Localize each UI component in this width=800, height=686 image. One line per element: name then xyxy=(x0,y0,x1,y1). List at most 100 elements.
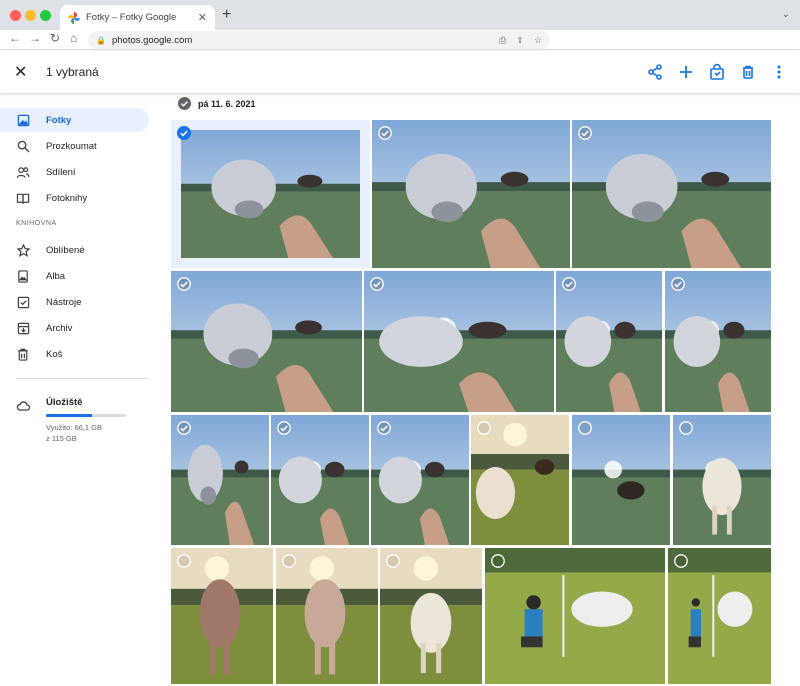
storage-label: Úložiště xyxy=(46,397,83,408)
sidebar-item-label: Fotoknihy xyxy=(46,192,88,204)
star-icon xyxy=(16,243,30,257)
hover-check-icon[interactable] xyxy=(177,421,191,435)
book-icon xyxy=(16,191,30,205)
group-check-icon[interactable] xyxy=(178,97,191,110)
sidebar: Fotky Prozkoumat Sdílení Fotoknihy KNIHO… xyxy=(0,93,160,686)
tab-close-icon[interactable]: ✕ xyxy=(198,11,207,24)
share-icon[interactable] xyxy=(646,63,664,81)
photo-thumbnail[interactable] xyxy=(556,271,662,412)
sidebar-item-fotky[interactable]: Fotky xyxy=(0,108,149,132)
photo-thumbnail[interactable] xyxy=(364,271,554,412)
sidebar-item-label: Koš xyxy=(46,348,63,360)
add-icon[interactable] xyxy=(677,63,695,81)
hover-check-icon[interactable] xyxy=(378,126,392,140)
shopping-bag-icon[interactable] xyxy=(708,63,726,81)
back-icon[interactable]: ← xyxy=(9,31,21,45)
cloud-icon xyxy=(16,401,30,411)
address-bar[interactable]: 🔒 photos.google.com ⎙ ⇪ ☆ xyxy=(88,31,550,49)
forward-icon[interactable]: → xyxy=(29,31,41,45)
sidebar-item-nastroje[interactable]: Nástroje xyxy=(0,290,149,314)
hover-check-icon[interactable] xyxy=(370,277,384,291)
photo-thumbnail[interactable] xyxy=(171,120,370,268)
tab-search-chevron-icon[interactable]: ⌄ xyxy=(782,9,790,20)
photo-thumbnail[interactable] xyxy=(668,548,771,684)
sidebar-item-label: Nástroje xyxy=(46,296,82,308)
photo-thumbnail[interactable] xyxy=(572,415,670,545)
unchecked-circle-icon[interactable] xyxy=(679,421,693,435)
sidebar-item-fotoknihy[interactable]: Fotoknihy xyxy=(0,186,149,210)
sidebar-divider xyxy=(16,378,149,379)
selected-check-icon[interactable] xyxy=(177,126,191,140)
sidebar-item-alba[interactable]: Alba xyxy=(0,264,149,288)
photo-thumbnail[interactable] xyxy=(665,271,771,412)
storage-used-text: Využito: 66,1 GB xyxy=(46,423,103,432)
storage-bar xyxy=(46,414,126,417)
photo-thumbnail[interactable] xyxy=(171,415,269,545)
photo-thumbnail[interactable] xyxy=(271,415,369,545)
hover-check-icon[interactable] xyxy=(177,277,191,291)
unchecked-circle-icon[interactable] xyxy=(477,421,491,435)
trash-icon xyxy=(16,347,30,361)
checklist-icon xyxy=(16,295,30,309)
reload-icon[interactable]: ↻ xyxy=(50,31,60,45)
selection-count-title: 1 vybraná xyxy=(46,65,99,79)
photo-thumbnail[interactable] xyxy=(485,548,665,684)
hover-check-icon[interactable] xyxy=(671,277,685,291)
photo-thumbnail[interactable] xyxy=(171,548,273,684)
sidebar-item-oblibene[interactable]: Oblíbené xyxy=(0,238,149,262)
unchecked-circle-icon[interactable] xyxy=(578,421,592,435)
bookmark-star-icon[interactable]: ☆ xyxy=(534,35,542,46)
photo-thumbnail[interactable] xyxy=(572,120,771,268)
hover-check-icon[interactable] xyxy=(277,421,291,435)
google-photos-favicon-icon xyxy=(68,11,80,24)
home-icon[interactable]: ⌂ xyxy=(70,31,77,45)
photo-thumbnail[interactable] xyxy=(380,548,482,684)
hover-check-icon[interactable] xyxy=(578,126,592,140)
date-label: pá 11. 6. 2021 xyxy=(198,98,256,109)
selection-app-bar: ✕ 1 vybraná xyxy=(0,51,800,93)
browser-tab-strip: Fotky – Fotky Google ✕ + ⌄ xyxy=(0,0,800,30)
sidebar-item-label: Fotky xyxy=(46,114,72,126)
photo-thumbnail[interactable] xyxy=(171,271,362,412)
sidebar-item-sdileni[interactable]: Sdílení xyxy=(0,160,149,184)
date-group-header[interactable]: pá 11. 6. 2021 xyxy=(178,97,256,110)
sidebar-item-archiv[interactable]: Archiv xyxy=(0,316,149,340)
unchecked-circle-icon[interactable] xyxy=(674,554,688,568)
photo-thumbnail[interactable] xyxy=(276,548,378,684)
unchecked-circle-icon[interactable] xyxy=(491,554,505,568)
hover-check-icon[interactable] xyxy=(562,277,576,291)
window-close-button[interactable] xyxy=(10,10,21,21)
sidebar-item-kos[interactable]: Koš xyxy=(0,342,149,366)
trash-icon[interactable] xyxy=(739,63,757,81)
sidebar-item-label: Oblíbené xyxy=(46,244,85,256)
sidebar-item-label: Alba xyxy=(46,270,66,282)
photo-thumbnail[interactable] xyxy=(371,415,469,545)
album-icon xyxy=(16,269,30,283)
sidebar-item-prozkoumat[interactable]: Prozkoumat xyxy=(0,134,149,158)
browser-tab[interactable]: Fotky – Fotky Google ✕ xyxy=(60,5,215,30)
photo-icon xyxy=(16,113,30,127)
people-icon xyxy=(16,165,30,179)
photo-thumbnail[interactable] xyxy=(372,120,570,268)
photo-thumbnail[interactable] xyxy=(673,415,771,545)
sidebar-item-label: Prozkoumat xyxy=(46,140,97,152)
photo-thumbnail[interactable] xyxy=(471,415,569,545)
storage-total-text: z 115 GB xyxy=(46,434,77,443)
search-icon xyxy=(16,139,30,153)
window-zoom-button[interactable] xyxy=(40,10,51,21)
sidebar-item-label: Sdílení xyxy=(46,166,76,178)
more-vert-icon[interactable] xyxy=(770,63,788,81)
new-tab-button[interactable]: + xyxy=(222,6,231,24)
unchecked-circle-icon[interactable] xyxy=(386,554,400,568)
browser-tab-title: Fotky – Fotky Google xyxy=(86,12,177,23)
close-icon[interactable]: ✕ xyxy=(14,62,27,82)
share-page-icon[interactable]: ⇪ xyxy=(516,35,524,46)
sidebar-item-label: Archiv xyxy=(46,322,73,334)
unchecked-circle-icon[interactable] xyxy=(282,554,296,568)
window-minimize-button[interactable] xyxy=(25,10,36,21)
archive-icon xyxy=(16,321,30,335)
unchecked-circle-icon[interactable] xyxy=(177,554,191,568)
hover-check-icon[interactable] xyxy=(377,421,391,435)
library-section-label: KNIHOVNA xyxy=(16,220,57,227)
install-app-icon[interactable]: ⎙ xyxy=(499,35,506,46)
